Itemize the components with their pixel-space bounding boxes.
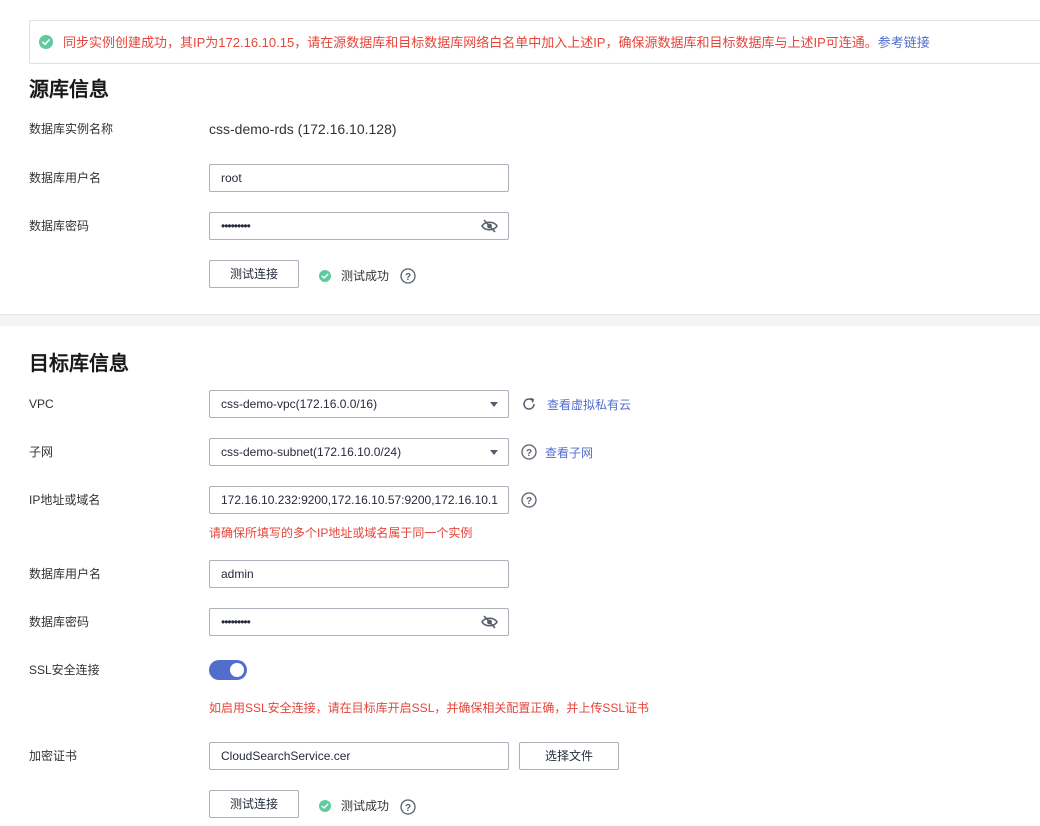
source-test-connection-button[interactable]: 测试连接 [209,260,299,288]
source-instance-label: 数据库实例名称 [29,122,114,136]
eye-off-icon[interactable] [481,615,498,629]
ip-label: IP地址或域名 [29,493,101,507]
cert-label: 加密证书 [29,749,78,763]
view-subnet-link[interactable]: 查看子网 [545,445,593,461]
target-user-value: admin [221,567,254,581]
source-instance-value: css-demo-rds (172.16.10.128) [209,121,397,137]
help-icon[interactable]: ? [400,799,416,815]
target-password-value: ••••••••• [221,615,251,629]
source-password-input[interactable]: ••••••••• [209,212,509,240]
caret-down-icon [490,402,498,407]
target-success-icon [319,800,331,812]
source-user-value: root [221,171,242,185]
svg-text:?: ? [526,496,532,507]
section-divider [0,314,1040,326]
vpc-label: VPC [29,397,54,411]
toggle-knob [230,663,244,677]
alert-text: 同步实例创建成功，其IP为172.16.10.15，请在源数据库和目标数据库网络… [63,35,878,50]
source-password-value: ••••••••• [221,219,251,233]
target-section-title: 目标库信息 [29,353,129,375]
alert-message: 同步实例创建成功，其IP为172.16.10.15，请在源数据库和目标数据库网络… [63,35,930,51]
target-test-status: 测试成功 [341,799,390,813]
refresh-icon[interactable] [521,396,537,412]
target-password-label: 数据库密码 [29,615,90,629]
subnet-select-value: css-demo-subnet(172.16.10.0/24) [221,445,402,459]
source-password-label: 数据库密码 [29,219,90,233]
ssl-label: SSL安全连接 [29,663,100,677]
source-section-title: 源库信息 [29,79,109,101]
svg-text:?: ? [405,272,411,283]
view-vpc-link[interactable]: 查看虚拟私有云 [547,397,631,413]
vpc-select[interactable]: css-demo-vpc(172.16.0.0/16) [209,390,509,418]
ssl-toggle[interactable] [209,660,247,680]
check-circle-icon [39,35,53,49]
cert-input[interactable]: CloudSearchService.cer [209,742,509,770]
svg-text:?: ? [405,803,411,814]
help-icon[interactable]: ? [521,492,537,508]
cert-input-value: CloudSearchService.cer [221,749,351,763]
source-test-status: 测试成功 [341,269,390,283]
svg-text:?: ? [526,448,532,459]
choose-file-button[interactable]: 选择文件 [519,742,619,770]
caret-down-icon [490,450,498,455]
ip-input[interactable]: 172.16.10.232:9200,172.16.10.57:9200,172… [209,486,509,514]
target-user-input[interactable]: admin [209,560,509,588]
source-success-icon [319,270,331,282]
success-alert: 同步实例创建成功，其IP为172.16.10.15，请在源数据库和目标数据库网络… [29,20,1040,64]
help-icon[interactable]: ? [521,444,537,460]
target-user-label: 数据库用户名 [29,567,102,581]
target-test-connection-button[interactable]: 测试连接 [209,790,299,818]
help-icon[interactable]: ? [400,268,416,284]
target-password-input[interactable]: ••••••••• [209,608,509,636]
eye-off-icon[interactable] [481,219,498,233]
subnet-label: 子网 [29,445,54,459]
source-user-input[interactable]: root [209,164,509,192]
reference-link[interactable]: 参考链接 [878,35,930,50]
subnet-select[interactable]: css-demo-subnet(172.16.10.0/24) [209,438,509,466]
ssl-hint: 如启用SSL安全连接，请在目标库开启SSL，并确保相关配置正确，并上传SSL证书 [209,701,650,715]
ip-input-value: 172.16.10.232:9200,172.16.10.57:9200,172… [221,493,498,507]
ip-hint: 请确保所填写的多个IP地址或域名属于同一个实例 [209,526,473,540]
vpc-select-value: css-demo-vpc(172.16.0.0/16) [221,397,378,411]
source-user-label: 数据库用户名 [29,171,102,185]
